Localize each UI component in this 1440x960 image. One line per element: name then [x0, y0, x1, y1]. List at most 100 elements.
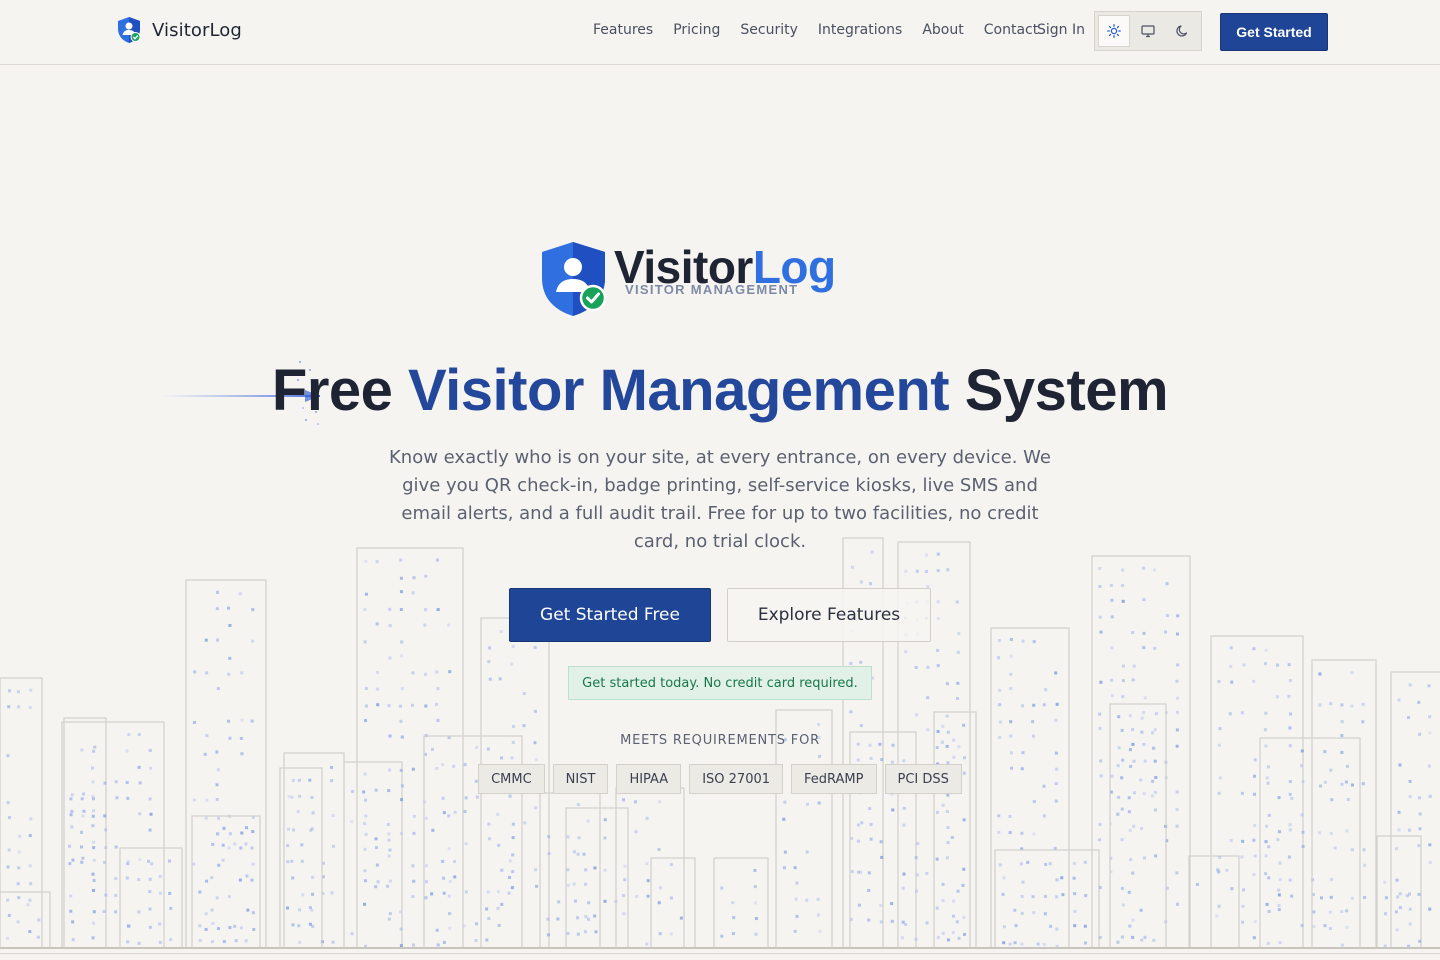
skyline-window-light: [645, 862, 649, 866]
skyline-window-light: [915, 713, 919, 717]
skyline-window-light: [1020, 911, 1024, 915]
skyline-window-light: [1397, 810, 1401, 814]
skyline-building: [356, 547, 464, 949]
skyline-window-light: [251, 608, 255, 612]
theme-dark-button[interactable]: [1166, 15, 1198, 47]
skyline-window-light: [1098, 886, 1102, 890]
skyline-window-light: [222, 940, 226, 944]
skyline-window-light: [80, 797, 84, 801]
skyline-window-light: [252, 927, 256, 931]
skyline-window-light: [16, 690, 20, 694]
skyline-window-light: [7, 705, 11, 709]
skyline-window-light: [669, 863, 673, 867]
skyline-window-light: [376, 670, 380, 674]
nav-item-pricing[interactable]: Pricing: [673, 22, 720, 38]
skyline-window-light: [584, 868, 588, 872]
skyline-window-light: [411, 703, 415, 707]
nav-item-about[interactable]: About: [922, 22, 963, 38]
skyline-building: [1376, 835, 1422, 949]
skyline-window-light: [1287, 694, 1291, 698]
skyline-window-light: [435, 558, 439, 562]
brand[interactable]: VisitorLog: [116, 16, 242, 44]
explore-features-button[interactable]: Explore Features: [727, 588, 931, 642]
hero-subtitle: Know exactly who is on your site, at eve…: [389, 447, 1051, 552]
skyline-window-light: [1253, 823, 1257, 827]
skyline-window-light: [720, 934, 724, 938]
skyline-window-light: [1099, 759, 1103, 763]
skyline-window-light: [1217, 870, 1221, 874]
skyline-window-light: [576, 852, 580, 856]
skyline-window-light: [1140, 826, 1144, 830]
skyline-window-light: [1120, 807, 1124, 811]
skyline-window-light: [533, 646, 537, 650]
skyline-window-light: [1009, 720, 1013, 724]
skyline-window-light: [1428, 715, 1432, 719]
skyline-window-light: [215, 607, 219, 611]
theme-light-button[interactable]: [1098, 15, 1130, 47]
skyline-window-light: [679, 916, 683, 920]
skyline-window-light: [1396, 895, 1400, 899]
skyline-window-light: [945, 714, 949, 718]
skyline-window-light: [1418, 796, 1422, 800]
skyline-window-light: [941, 724, 945, 728]
skyline-window-light: [6, 754, 10, 758]
skyline-window-light: [1127, 890, 1131, 894]
skyline-window-light: [926, 728, 930, 732]
skyline-window-light: [331, 813, 335, 817]
skyline-window-light: [1099, 630, 1103, 634]
skyline-window-light: [104, 893, 108, 897]
skyline-window-light: [7, 848, 11, 852]
nav-item-integrations[interactable]: Integrations: [818, 22, 902, 38]
skyline-window-light: [126, 940, 130, 944]
skyline-window-light: [1252, 647, 1256, 651]
skyline-window-light: [1008, 942, 1012, 946]
skyline-window-light: [91, 936, 95, 940]
get-started-button[interactable]: Get Started: [1220, 13, 1328, 51]
nav-item-features[interactable]: Features: [593, 22, 653, 38]
skyline-window-light: [566, 931, 570, 935]
skyline-window-light: [754, 932, 758, 936]
skyline-window-light: [867, 888, 871, 892]
skyline-window-light: [936, 569, 940, 573]
skyline-window-light: [593, 914, 597, 918]
skyline-window-light: [869, 837, 873, 841]
shield-logo-icon: [542, 242, 607, 316]
skyline-building: [1091, 555, 1191, 949]
skyline-window-light: [1242, 888, 1246, 892]
skyline-window-light: [508, 875, 512, 879]
theme-system-button[interactable]: [1132, 15, 1164, 47]
skyline-window-light: [1289, 712, 1293, 716]
skyline-window-light: [1020, 942, 1024, 946]
skyline-window-light: [880, 855, 884, 859]
skyline-window-light: [523, 821, 527, 825]
sign-in-link[interactable]: Sign In: [1037, 22, 1085, 38]
skyline-window-light: [1098, 615, 1102, 619]
skyline-window-light: [1230, 680, 1234, 684]
get-started-free-button[interactable]: Get Started Free: [509, 588, 711, 642]
skyline-window-light: [904, 569, 908, 573]
skyline-window-light: [522, 724, 526, 728]
skyline-window-light: [441, 859, 445, 863]
skyline-window-light: [81, 814, 85, 818]
skyline-window-light: [6, 865, 10, 869]
skyline-window-light: [566, 883, 570, 887]
skyline-window-light: [400, 798, 404, 802]
skyline-window-light: [1110, 598, 1114, 602]
skyline-window-light: [158, 891, 162, 895]
nav-item-contact[interactable]: Contact: [984, 22, 1038, 38]
skyline-window-light: [805, 898, 809, 902]
skyline-window-light: [1121, 903, 1125, 907]
nav-item-security[interactable]: Security: [740, 22, 798, 38]
skyline-window-light: [1278, 941, 1282, 945]
skyline-window-light: [1061, 893, 1065, 897]
skyline-window-light: [363, 822, 367, 826]
skyline-window-light: [245, 874, 249, 878]
skyline-window-light: [1117, 795, 1121, 799]
no-credit-card-note: Get started today. No credit card requir…: [568, 666, 872, 700]
skyline-window-light: [69, 797, 73, 801]
skyline-window-light: [448, 879, 452, 883]
skyline-window-light: [442, 876, 446, 880]
skyline-window-light: [1418, 827, 1422, 831]
skyline-window-light: [114, 845, 118, 849]
skyline-window-light: [1328, 910, 1332, 914]
